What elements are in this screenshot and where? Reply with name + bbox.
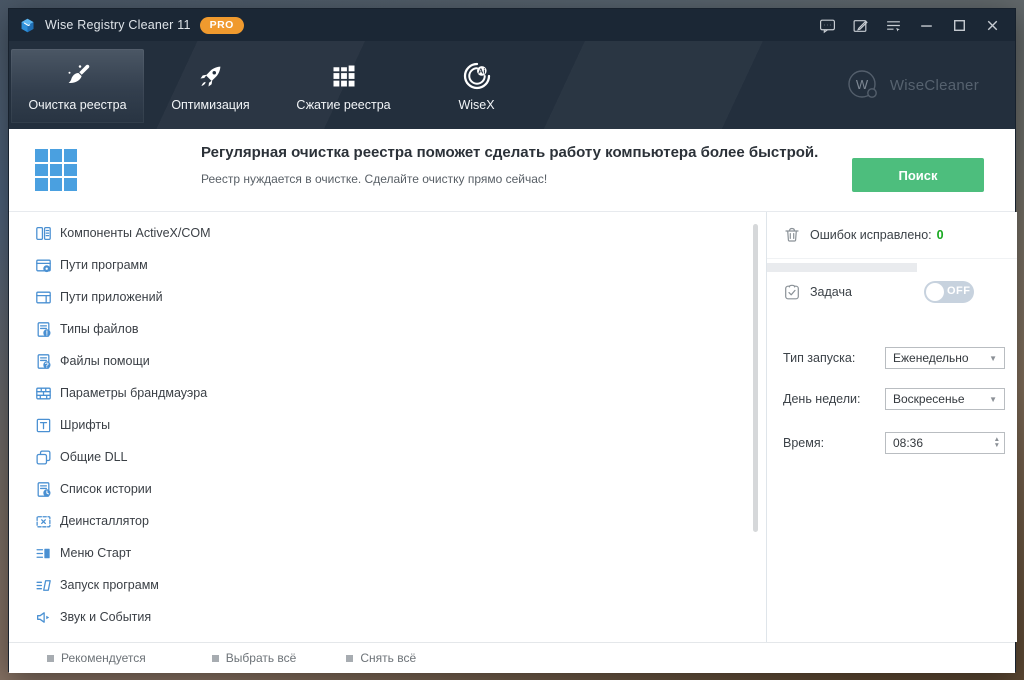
shared-dll-icon: [35, 449, 52, 466]
recommended-button[interactable]: Рекомендуется: [47, 651, 146, 665]
wisecleaner-brand: W WiseCleaner: [845, 67, 979, 103]
weekday-select[interactable]: Воскресенье ▼: [885, 388, 1005, 410]
time-row: Время: 08:36 ▲ ▼: [767, 432, 1017, 454]
svg-text:!: !: [46, 330, 48, 337]
file-types-icon: !: [35, 321, 52, 338]
square-bullet-icon: [47, 654, 54, 662]
start-menu-icon: [35, 545, 52, 562]
app-window: Wise Registry Cleaner 11 PRO Очистка рее…: [8, 8, 1017, 673]
list-item-firewall[interactable]: Параметры брандмауэра: [9, 377, 753, 409]
svg-text:?: ?: [45, 362, 49, 369]
components-icon: [35, 225, 52, 242]
footer-bar: Рекомендуется Выбрать всё Снять всё: [9, 642, 1015, 673]
brush-icon: [63, 57, 93, 95]
help-files-icon: ?: [35, 353, 52, 370]
tab-wisex[interactable]: Ai WiseX: [410, 49, 543, 123]
list-item-shared-dll[interactable]: Общие DLL: [9, 441, 753, 473]
tab-registry-cleaner[interactable]: Очистка реестра: [11, 49, 144, 123]
errors-fixed-value: 0: [936, 228, 944, 242]
side-panel: Ошибок исправлено: 0 Задача OFF Тип запу…: [766, 212, 1017, 642]
square-bullet-icon: [346, 654, 354, 662]
sound-icon: [35, 609, 52, 626]
run-type-row: Тип запуска: Еженедельно ▼: [767, 347, 1017, 369]
tab-label: Очистка реестра: [28, 98, 127, 112]
toggle-knob: [926, 283, 944, 301]
minimize-button[interactable]: [910, 9, 943, 41]
titlebar[interactable]: Wise Registry Cleaner 11 PRO: [9, 9, 1015, 41]
list-item-startup[interactable]: Запуск программ: [9, 569, 753, 601]
scan-button[interactable]: Поиск: [852, 158, 984, 192]
list-item-file-types[interactable]: ! Типы файлов: [9, 313, 753, 345]
main-navigation: Очистка реестра Оптимизация Сжатие реест…: [9, 41, 1015, 129]
errors-fixed-label: Ошибок исправлено:: [810, 228, 932, 242]
panel-scrollbar[interactable]: [767, 263, 917, 272]
status-grid-icon: [35, 149, 77, 191]
feedback-icon[interactable]: [811, 9, 844, 41]
banner-title: Регулярная очистка реестра поможет сдела…: [201, 144, 819, 161]
list-item-help-files[interactable]: ? Файлы помощи: [9, 345, 753, 377]
banner-subtitle: Реестр нуждается в очистке. Сделайте очи…: [201, 172, 548, 186]
task-label: Задача: [810, 285, 852, 299]
app-paths-icon: [35, 289, 52, 306]
errors-fixed-row: Ошибок исправлено: 0: [767, 212, 1017, 259]
weekday-label: День недели:: [783, 392, 861, 406]
status-banner: Регулярная очистка реестра поможет сдела…: [9, 129, 1015, 212]
close-button[interactable]: [976, 9, 1009, 41]
square-bullet-icon: [211, 654, 219, 662]
trash-icon: [785, 227, 799, 242]
tab-label: Сжатие реестра: [296, 98, 391, 112]
wisecleaner-logo-icon: W: [848, 70, 877, 98]
chevron-down-icon: ▼: [989, 353, 997, 363]
list-item-start-menu[interactable]: Меню Старт: [9, 537, 753, 569]
spinner-arrows-icon[interactable]: ▲ ▼: [994, 436, 1000, 449]
task-row: Задача OFF: [767, 276, 1017, 308]
list-item-activex-com[interactable]: Компоненты ActiveX/COM: [9, 217, 753, 249]
list-item-program-paths[interactable]: Пути программ: [9, 249, 753, 281]
task-toggle[interactable]: OFF: [924, 281, 974, 303]
weekday-row: День недели: Воскресенье ▼: [767, 388, 1017, 410]
startup-icon: [35, 577, 52, 594]
firewall-icon: [35, 385, 52, 402]
uninstaller-icon: [35, 513, 52, 530]
tab-registry-defrag[interactable]: Сжатие реестра: [277, 49, 410, 123]
list-item-app-paths[interactable]: Пути приложений: [9, 281, 753, 313]
chevron-down-icon: ▼: [989, 394, 997, 404]
pro-badge: PRO: [199, 16, 244, 34]
svg-text:Ai: Ai: [478, 67, 485, 76]
category-list: Компоненты ActiveX/COM Пути программ Пут…: [9, 217, 753, 633]
list-item-fonts[interactable]: Шрифты: [9, 409, 753, 441]
time-spinner[interactable]: 08:36 ▲ ▼: [885, 432, 1005, 454]
app-logo-icon: [21, 18, 34, 32]
menu-icon[interactable]: [877, 9, 910, 41]
list-scrollbar[interactable]: [753, 224, 758, 532]
program-paths-icon: [35, 257, 52, 274]
grid-icon: [330, 57, 358, 95]
tab-label: WiseX: [458, 98, 495, 112]
list-item-history[interactable]: Список истории: [9, 473, 753, 505]
toggle-state-label: OFF: [947, 285, 971, 297]
fonts-icon: [35, 417, 52, 434]
run-type-label: Тип запуска:: [783, 351, 856, 365]
run-type-select[interactable]: Еженедельно ▼: [885, 347, 1005, 369]
tab-optimization[interactable]: Оптимизация: [144, 49, 277, 123]
window-title: Wise Registry Cleaner 11: [45, 18, 191, 32]
wisex-ai-icon: Ai: [461, 57, 493, 95]
list-item-uninstaller[interactable]: Деинсталлятор: [9, 505, 753, 537]
rocket-icon: [196, 57, 226, 95]
select-all-button[interactable]: Выбрать всё: [211, 651, 296, 665]
svg-text:W: W: [856, 77, 869, 92]
brand-name: WiseCleaner: [889, 76, 979, 94]
main-content: Компоненты ActiveX/COM Пути программ Пут…: [9, 212, 1017, 642]
task-icon: [785, 284, 799, 300]
list-item-sound-events[interactable]: Звук и События: [9, 601, 753, 633]
tab-label: Оптимизация: [171, 98, 250, 112]
deselect-all-button[interactable]: Снять всё: [346, 651, 416, 665]
time-label: Время:: [783, 436, 825, 450]
history-icon: [35, 481, 52, 498]
maximize-button[interactable]: [943, 9, 976, 41]
checkup-report-icon[interactable]: [844, 9, 877, 41]
